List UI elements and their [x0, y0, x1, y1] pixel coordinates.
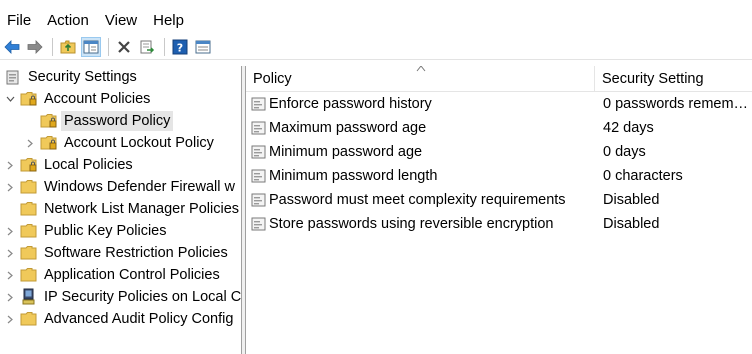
tree-label: Account Policies — [44, 91, 151, 107]
forward-icon[interactable] — [25, 37, 45, 57]
tree-item-ip-security[interactable]: IP Security Policies on Local Co — [4, 286, 241, 308]
tree-item-network-list[interactable]: Network List Manager Policies — [20, 198, 241, 220]
tree-item-public-key[interactable]: Public Key Policies — [4, 220, 170, 242]
menu-help[interactable]: Help — [145, 8, 192, 34]
locked-folder-icon — [20, 156, 38, 174]
list-row[interactable]: Enforce password history 0 passwords rem… — [246, 92, 752, 116]
setting-value: Disabled — [603, 192, 660, 208]
chevron-right-icon[interactable] — [4, 154, 16, 176]
locked-folder-icon — [20, 90, 38, 108]
folder-icon — [20, 200, 38, 218]
policy-cell: Maximum password age — [251, 116, 426, 140]
column-header-security-setting[interactable]: Security Setting — [595, 66, 752, 92]
menu-file[interactable]: File — [0, 8, 39, 34]
list-row[interactable]: Maximum password age 42 days — [246, 116, 752, 140]
delete-icon[interactable] — [114, 37, 134, 57]
help-icon[interactable]: ? — [170, 37, 190, 57]
security-settings-icon — [4, 68, 22, 86]
tree-label: Windows Defender Firewall w — [44, 179, 235, 195]
policy-name: Enforce password history — [269, 96, 432, 112]
policy-setting-icon — [251, 97, 266, 111]
tree-item-local-policies[interactable]: Local Policies — [4, 154, 136, 176]
policy-setting-icon — [251, 145, 266, 159]
list-row[interactable]: Minimum password length 0 characters — [246, 164, 752, 188]
list-row[interactable]: Password must meet complexity requiremen… — [246, 188, 752, 212]
tree-label: Public Key Policies — [44, 223, 167, 239]
chevron-right-icon[interactable] — [4, 220, 16, 242]
setting-value: 0 days — [603, 144, 646, 160]
tree-item-password-policy[interactable]: Password Policy — [40, 110, 174, 132]
svg-text:?: ? — [177, 41, 183, 54]
policy-name: Minimum password age — [269, 144, 423, 160]
tree-item-app-control[interactable]: Application Control Policies — [4, 264, 223, 286]
setting-value: 42 days — [603, 120, 654, 136]
toolbar: ? — [0, 34, 752, 60]
policy-cell: Password must meet complexity requiremen… — [251, 188, 566, 212]
policy-cell: Minimum password age — [251, 140, 422, 164]
toolbar-separator — [108, 37, 109, 56]
column-header-policy[interactable]: Policy — [246, 66, 595, 92]
chevron-down-icon[interactable] — [4, 88, 16, 110]
folder-icon — [20, 222, 38, 240]
back-icon[interactable] — [2, 37, 22, 57]
list-header: Policy Security Setting — [246, 66, 752, 92]
toolbar-separator — [164, 37, 165, 56]
list-row[interactable]: Minimum password age 0 days — [246, 140, 752, 164]
properties-icon[interactable] — [193, 37, 213, 57]
tree-label: Network List Manager Policies — [44, 201, 240, 217]
tree-label: Password Policy — [61, 111, 174, 131]
folder-icon — [20, 244, 38, 262]
tree-item-firewall[interactable]: Windows Defender Firewall w — [4, 176, 238, 198]
locked-folder-icon — [40, 134, 58, 152]
list-row[interactable]: Store passwords using reversible encrypt… — [246, 212, 752, 236]
policy-setting-icon — [251, 121, 266, 135]
policy-name: Minimum password length — [269, 168, 438, 184]
export-list-icon[interactable] — [137, 37, 157, 57]
tree-item-software-restriction[interactable]: Software Restriction Policies — [4, 242, 231, 264]
toolbar-separator — [52, 37, 53, 56]
setting-value: Disabled — [603, 216, 660, 232]
tree-label: Security Settings — [28, 69, 137, 85]
policy-cell: Minimum password length — [251, 164, 437, 188]
folder-icon — [20, 178, 38, 196]
tree-item-security-settings[interactable]: Security Settings — [4, 66, 140, 88]
locked-folder-icon — [40, 112, 58, 130]
chevron-right-icon[interactable] — [4, 286, 16, 308]
folder-icon — [20, 266, 38, 284]
policy-list: Policy Security Setting Enforce password… — [246, 66, 752, 354]
tree-label: Software Restriction Policies — [44, 245, 228, 261]
tree-item-advanced-audit[interactable]: Advanced Audit Policy Config — [4, 308, 236, 330]
tree-item-account-lockout-policy[interactable]: Account Lockout Policy — [24, 132, 217, 154]
policy-name: Store passwords using reversible encrypt… — [269, 216, 554, 232]
policy-name: Maximum password age — [269, 120, 427, 136]
policy-cell: Enforce password history — [251, 92, 432, 116]
chevron-right-icon[interactable] — [4, 242, 16, 264]
chevron-right-icon[interactable] — [4, 176, 16, 198]
menu-bar: File Action View Help — [0, 8, 752, 34]
show-hide-tree-icon[interactable] — [81, 36, 101, 57]
tree-label: IP Security Policies on Local Co — [44, 289, 241, 305]
policy-cell: Store passwords using reversible encrypt… — [251, 212, 554, 236]
tree-label: Application Control Policies — [44, 267, 220, 283]
menu-action[interactable]: Action — [39, 8, 97, 34]
policy-setting-icon — [251, 193, 266, 207]
folder-icon — [20, 310, 38, 328]
tree-label: Local Policies — [44, 157, 133, 173]
policy-setting-icon — [251, 217, 266, 231]
menu-view[interactable]: View — [97, 8, 145, 34]
policy-name: Password must meet complexity requiremen… — [269, 192, 566, 208]
console-tree: Security Settings Account Policies Passw… — [0, 66, 241, 354]
title-bar-remnant — [0, 0, 752, 6]
chevron-right-icon[interactable] — [24, 132, 36, 154]
policy-setting-icon — [251, 169, 266, 183]
setting-value: 0 passwords remembered — [603, 96, 752, 112]
ip-security-computer-icon — [20, 288, 38, 306]
tree-item-account-policies[interactable]: Account Policies — [4, 88, 153, 110]
tree-label: Account Lockout Policy — [64, 135, 214, 151]
tree-label: Advanced Audit Policy Config — [44, 311, 234, 327]
chevron-right-icon[interactable] — [4, 264, 16, 286]
setting-value: 0 characters — [603, 168, 683, 184]
up-folder-icon[interactable] — [58, 37, 78, 57]
chevron-right-icon[interactable] — [4, 308, 16, 330]
